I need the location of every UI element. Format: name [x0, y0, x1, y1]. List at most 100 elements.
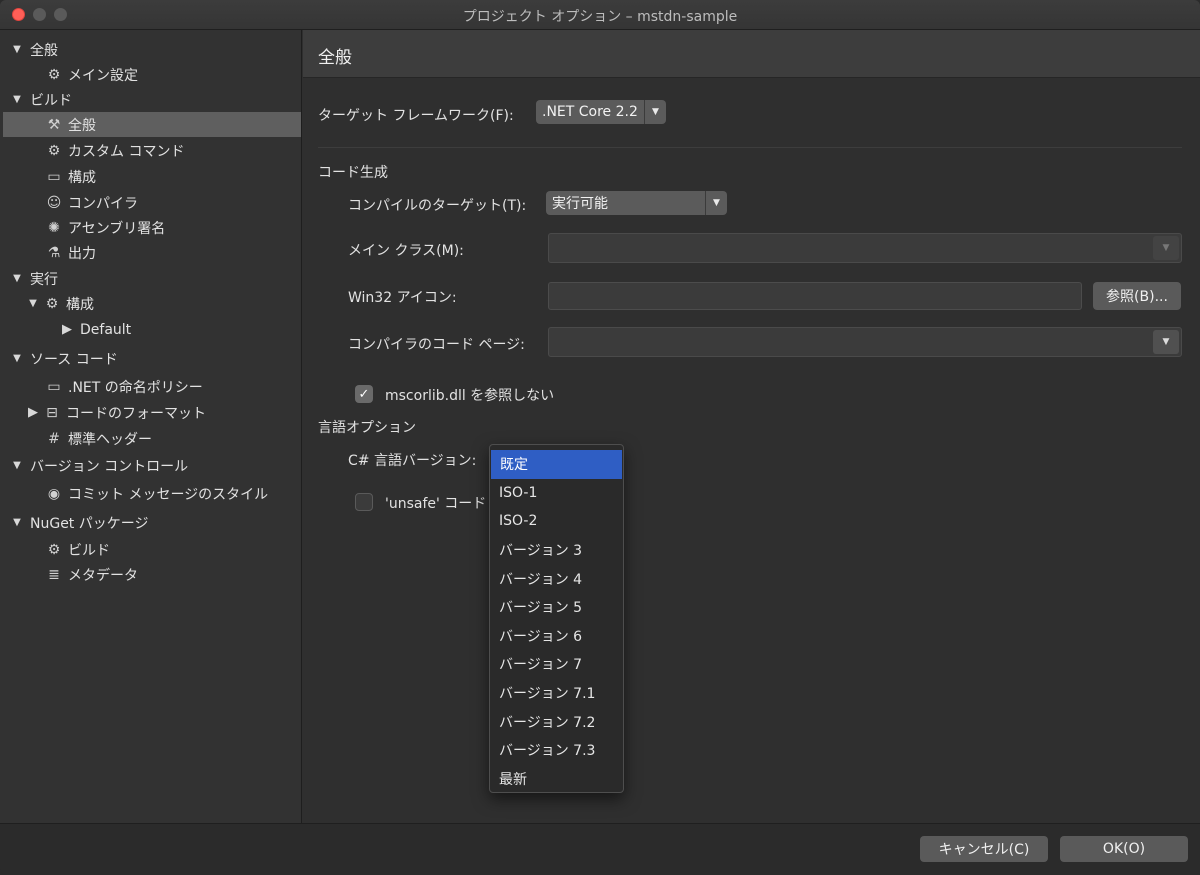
- options-content: 全般 ターゲット フレームワーク(F): .NET Core 2.2 ▼ コード…: [303, 30, 1200, 823]
- compile-target-value: 実行可能: [552, 196, 608, 212]
- sidebar-item[interactable]: ▼ ソース コード: [0, 346, 301, 371]
- win32-icon-input[interactable]: [548, 282, 1082, 310]
- sidebar-item[interactable]: ▭ 構成: [0, 164, 301, 189]
- flask-icon: ⚗: [47, 244, 61, 261]
- disclosure-expanded-icon[interactable]: ▼: [10, 517, 24, 528]
- csharp-version-option[interactable]: バージョン 6: [490, 622, 623, 651]
- compile-target-label: コンパイルのターゲット(T):: [348, 198, 527, 214]
- win32-icon-label: Win32 アイコン:: [348, 290, 457, 306]
- csharp-version-option[interactable]: バージョン 4: [490, 564, 623, 593]
- disclosure-expanded-icon[interactable]: ▼: [10, 460, 24, 471]
- csharp-version-option[interactable]: バージョン 5: [490, 593, 623, 622]
- page-title: 全般: [318, 48, 352, 68]
- sidebar-item[interactable]: ▼ NuGet パッケージ: [0, 510, 301, 535]
- language-section-title: 言語オプション: [318, 420, 416, 436]
- disclosure-expanded-icon[interactable]: ▼: [10, 94, 24, 105]
- sidebar-item[interactable]: ▭ .NET の命名ポリシー: [0, 374, 301, 399]
- sidebar-item-label: ビルド: [68, 542, 110, 559]
- hammer-icon: ⚒: [47, 116, 61, 133]
- sidebar-item-label: 全般: [30, 42, 58, 59]
- csharp-version-option[interactable]: バージョン 3: [490, 536, 623, 565]
- title-bar: プロジェクト オプション – mstdn-sample: [0, 0, 1200, 30]
- format-icon: ⊟: [46, 404, 58, 421]
- sidebar-item[interactable]: ⚙ ビルド: [0, 537, 301, 562]
- sidebar-item[interactable]: ▼ ビルド: [0, 87, 301, 112]
- csharp-version-option[interactable]: バージョン 7: [490, 650, 623, 679]
- sidebar-item[interactable]: ▶ Default: [0, 317, 301, 342]
- sidebar-item-label: メイン設定: [68, 67, 138, 84]
- sidebar-item-label: コードのフォーマット: [66, 405, 206, 422]
- main-class-combo[interactable]: ▼: [548, 233, 1182, 263]
- sidebar-item[interactable]: ☺ コンパイラ: [0, 190, 301, 215]
- cancel-button[interactable]: キャンセル(C): [920, 836, 1048, 862]
- chevron-down-icon: ▼: [1153, 330, 1179, 354]
- sidebar-item[interactable]: ✺ アセンブリ署名: [0, 215, 301, 240]
- unsafe-code-label: 'unsafe' コード: [385, 496, 487, 512]
- code-page-label: コンパイラのコード ページ:: [348, 337, 525, 353]
- csharp-version-options: 既定 ISO-1 ISO-2 バージョン 3 バージョン 4 バージョン 5 バージョン 6…: [490, 450, 623, 793]
- sidebar-item-label: 出力: [68, 245, 96, 262]
- csharp-version-option[interactable]: バージョン 7.1: [490, 679, 623, 708]
- project-options-window: プロジェクト オプション – mstdn-sample ▼ 全般 ⚙ メイン設定 ▼ ビル…: [0, 0, 1200, 875]
- main-class-label: メイン クラス(M):: [348, 243, 464, 259]
- sidebar-item-label: ビルド: [30, 92, 72, 109]
- no-mscorlib-label: mscorlib.dll を参照しない: [385, 388, 555, 404]
- csharp-version-option[interactable]: バージョン 7.3: [490, 736, 623, 765]
- compile-target-select[interactable]: 実行可能 ▼: [546, 191, 727, 215]
- sidebar-item[interactable]: ⚙ メイン設定: [0, 62, 301, 87]
- chevron-down-icon: ▼: [1153, 236, 1179, 260]
- options-sidebar: ▼ 全般 ⚙ メイン設定 ▼ ビルド ⚒ 全般 ⚙ カスタム コマンド ▭ 構成 ☺ コンパイラ ✺ アセンブ…: [0, 30, 302, 823]
- target-framework-select[interactable]: .NET Core 2.2 ▼: [536, 100, 666, 124]
- ok-button[interactable]: OK(O): [1060, 836, 1188, 862]
- csharp-version-option[interactable]: バージョン 7.2: [490, 707, 623, 736]
- sidebar-item[interactable]: ≣ メタデータ: [0, 562, 301, 587]
- chevron-down-icon: ▼: [644, 100, 666, 124]
- doc-icon: ≣: [48, 566, 60, 583]
- sidebar-item[interactable]: ▶ ⊟ コードのフォーマット: [0, 400, 301, 425]
- sidebar-item[interactable]: ⚗ 出力: [0, 240, 301, 265]
- sidebar-item-label: 構成: [66, 296, 94, 313]
- robot-icon: ☺: [46, 194, 62, 211]
- csharp-version-option[interactable]: 既定: [491, 450, 622, 479]
- disclosure-expanded-icon[interactable]: ▼: [10, 44, 24, 55]
- sidebar-item[interactable]: ◉ コミット メッセージのスタイル: [0, 481, 301, 506]
- gear-icon: ⚙: [47, 66, 61, 83]
- window-title: プロジェクト オプション – mstdn-sample: [462, 9, 738, 25]
- disclosure-expanded-icon[interactable]: ▼: [10, 273, 24, 284]
- sidebar-item-label: 実行: [30, 271, 58, 288]
- section-divider: [318, 147, 1182, 148]
- sidebar-item-label: 標準ヘッダー: [68, 431, 152, 448]
- csharp-version-option[interactable]: ISO-1: [490, 479, 623, 508]
- sidebar-item[interactable]: ▼ 全般: [0, 37, 301, 62]
- csharp-version-option[interactable]: ISO-2: [490, 507, 623, 536]
- sidebar-item[interactable]: # 標準ヘッダー: [0, 426, 301, 451]
- sidebar-item-label: ソース コード: [30, 351, 118, 368]
- disclosure-collapsed-icon[interactable]: ▶: [26, 405, 40, 420]
- sidebar-item[interactable]: ▼ バージョン コントロール: [0, 453, 301, 478]
- code-page-combo[interactable]: ▼: [548, 327, 1182, 357]
- hash-icon: #: [48, 430, 60, 447]
- sidebar-item-label: Default: [80, 321, 132, 338]
- browse-button[interactable]: 参照(B)...: [1093, 282, 1181, 310]
- disclosure-collapsed-icon[interactable]: ▶: [60, 322, 74, 337]
- window-icon: ▭: [47, 168, 61, 185]
- disclosure-expanded-icon[interactable]: ▼: [26, 298, 40, 309]
- gear-icon: ⚙: [45, 295, 59, 312]
- csharp-version-dropdown: 既定 ISO-1 ISO-2 バージョン 3 バージョン 4 バージョン 5 バージョン 6…: [489, 444, 624, 793]
- sidebar-item-label: 全般: [68, 117, 96, 134]
- no-mscorlib-checkbox[interactable]: ✓: [355, 385, 373, 403]
- sidebar-item[interactable]: ⚙ カスタム コマンド: [0, 138, 301, 163]
- csharp-version-option[interactable]: 最新: [490, 765, 623, 794]
- seal-icon: ✺: [48, 219, 60, 236]
- target-framework-label: ターゲット フレームワーク(F):: [318, 108, 514, 124]
- target-framework-value: .NET Core 2.2: [542, 104, 638, 120]
- abc-icon: ▭: [47, 378, 61, 395]
- sidebar-item-label: NuGet パッケージ: [30, 515, 149, 532]
- sidebar-item-label: コミット メッセージのスタイル: [68, 486, 269, 503]
- sidebar-item[interactable]: ⚒ 全般: [3, 112, 301, 137]
- unsafe-code-checkbox[interactable]: [355, 493, 373, 511]
- disclosure-expanded-icon[interactable]: ▼: [10, 353, 24, 364]
- sidebar-item[interactable]: ▼ 実行: [0, 266, 301, 291]
- sidebar-item-label: カスタム コマンド: [68, 143, 185, 160]
- sidebar-item[interactable]: ▼ ⚙ 構成: [0, 291, 301, 316]
